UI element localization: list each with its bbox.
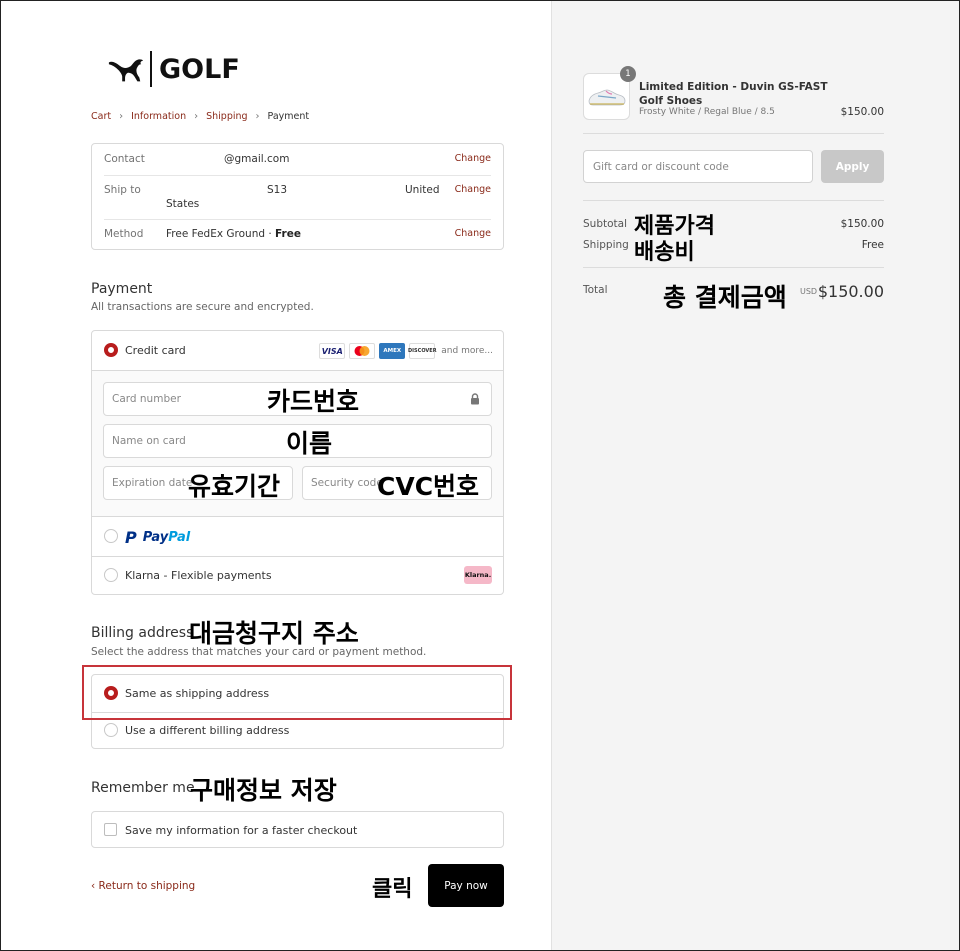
remember-me-box[interactable]: Save my information for a faster checkou…: [91, 811, 504, 848]
paypal-radio[interactable]: [104, 529, 118, 543]
annotation-cvc: CVC번호: [377, 472, 480, 501]
breadcrumb-shipping[interactable]: Shipping: [206, 111, 247, 122]
name-on-card-input[interactable]: [112, 435, 403, 447]
change-shipto-link[interactable]: Change: [455, 184, 491, 195]
golf-shoe-icon: [588, 89, 626, 106]
contact-value: @gmail.com: [224, 153, 290, 165]
quantity-badge: 1: [620, 66, 636, 82]
chevron-right-icon: ›: [255, 111, 260, 122]
card-logos: VISA AMEX DISCOVER and more...: [319, 343, 493, 359]
different-billing-label: Use a different billing address: [125, 724, 290, 737]
shipto-label: Ship to: [104, 184, 141, 196]
apply-button[interactable]: Apply: [821, 150, 884, 183]
divider: [104, 175, 491, 176]
shipping-value: Free: [861, 239, 884, 251]
shipping-label: Shipping: [583, 239, 629, 251]
puma-cat-icon: [108, 59, 144, 82]
discount-code-input[interactable]: [593, 161, 793, 173]
annotation-name: 이름: [286, 429, 333, 458]
product-variant: Frosty White / Regal Blue / 8.5: [639, 107, 775, 117]
subtotal-value: $150.00: [840, 218, 884, 230]
method-value: Free FedEx Ground · Free: [166, 228, 301, 240]
brand-logo[interactable]: GOLF: [107, 49, 240, 89]
discount-code-field[interactable]: [583, 150, 813, 183]
product-price: $150.00: [840, 106, 884, 118]
divider: [583, 133, 884, 134]
save-info-checkbox[interactable]: [104, 823, 117, 836]
different-billing-radio[interactable]: [104, 723, 118, 737]
credit-card-radio[interactable]: [104, 343, 118, 357]
klarna-logo-icon: Klarna.: [464, 566, 492, 584]
total-value: $150.00: [817, 282, 884, 301]
subtotal-label: Subtotal: [583, 218, 627, 230]
logo-divider: [150, 51, 152, 87]
pay-now-button[interactable]: Pay now: [428, 864, 504, 907]
chevron-right-icon: ›: [119, 111, 124, 122]
change-method-link[interactable]: Change: [455, 228, 491, 239]
billing-heading: Billing address: [91, 625, 194, 641]
paypal-logo: P Pay Pal: [125, 528, 190, 547]
lock-icon: [471, 393, 479, 405]
total-label: Total: [583, 284, 608, 296]
shipto-value-country-2: States: [166, 198, 200, 210]
annotation-expiry: 유효기간: [188, 472, 281, 501]
breadcrumb-information[interactable]: Information: [131, 111, 186, 122]
payment-heading: Payment: [91, 281, 153, 297]
breadcrumb: Cart › Information › Shipping › Payment: [91, 111, 309, 122]
method-free: Free: [275, 228, 301, 240]
return-to-shipping-link[interactable]: ‹ Return to shipping: [91, 880, 195, 892]
chevron-right-icon: ›: [194, 111, 199, 122]
product-name: Limited Edition - Duvin GS-FAST Golf Sho…: [639, 81, 828, 107]
remember-heading: Remember me: [91, 780, 195, 796]
klarna-radio[interactable]: [104, 568, 118, 582]
annotation-click: 클릭: [372, 877, 413, 902]
shipto-value-street: S13: [267, 184, 288, 196]
discover-icon: DISCOVER: [408, 343, 437, 359]
breadcrumb-cart[interactable]: Cart: [91, 111, 111, 122]
contact-label: Contact: [104, 153, 145, 165]
divider: [104, 219, 491, 220]
checkout-main-pane: GOLF Cart › Information › Shipping › Pay…: [0, 0, 551, 951]
method-label: Method: [104, 228, 144, 240]
order-summary-pane: [551, 0, 960, 951]
klarna-label: Klarna - Flexible payments: [125, 569, 272, 582]
annotation-shipping-fee: 배송비: [634, 240, 695, 265]
method-name: Free FedEx Ground ·: [166, 228, 276, 240]
visa-icon: VISA: [319, 343, 346, 359]
divider: [583, 267, 884, 268]
currency-code: USD: [800, 287, 818, 296]
amex-icon: AMEX: [379, 343, 406, 359]
paypal-word-pay: Pay: [142, 530, 169, 545]
breadcrumb-payment: Payment: [267, 111, 310, 122]
save-info-label: Save my information for a faster checkou…: [125, 824, 358, 837]
annotation-remember: 구매정보 저장: [190, 776, 337, 805]
and-more-text: and more...: [441, 346, 493, 356]
order-review-box: Contact @gmail.com Change Ship to S13 Un…: [91, 143, 504, 250]
divider: [583, 200, 884, 201]
payment-method-box: Credit card VISA AMEX DISCOVER and more.…: [91, 330, 504, 595]
credit-card-label: Credit card: [125, 344, 186, 357]
highlight-box: [82, 665, 512, 720]
mastercard-icon: [349, 343, 376, 359]
paypal-icon: P: [125, 528, 137, 547]
credit-card-option[interactable]: Credit card VISA AMEX DISCOVER and more.…: [92, 331, 503, 370]
change-contact-link[interactable]: Change: [455, 153, 491, 164]
brand-word: GOLF: [159, 53, 240, 85]
annotation-card-number: 카드번호: [267, 387, 360, 416]
payment-subtitle: All transactions are secure and encrypte…: [91, 301, 314, 313]
divider: [92, 556, 503, 557]
annotation-total: 총 결제금액: [663, 283, 787, 312]
annotation-billing: 대금청구지 주소: [189, 619, 359, 648]
shipto-value-country: United: [405, 184, 440, 196]
paypal-word-pal: Pal: [168, 530, 191, 545]
